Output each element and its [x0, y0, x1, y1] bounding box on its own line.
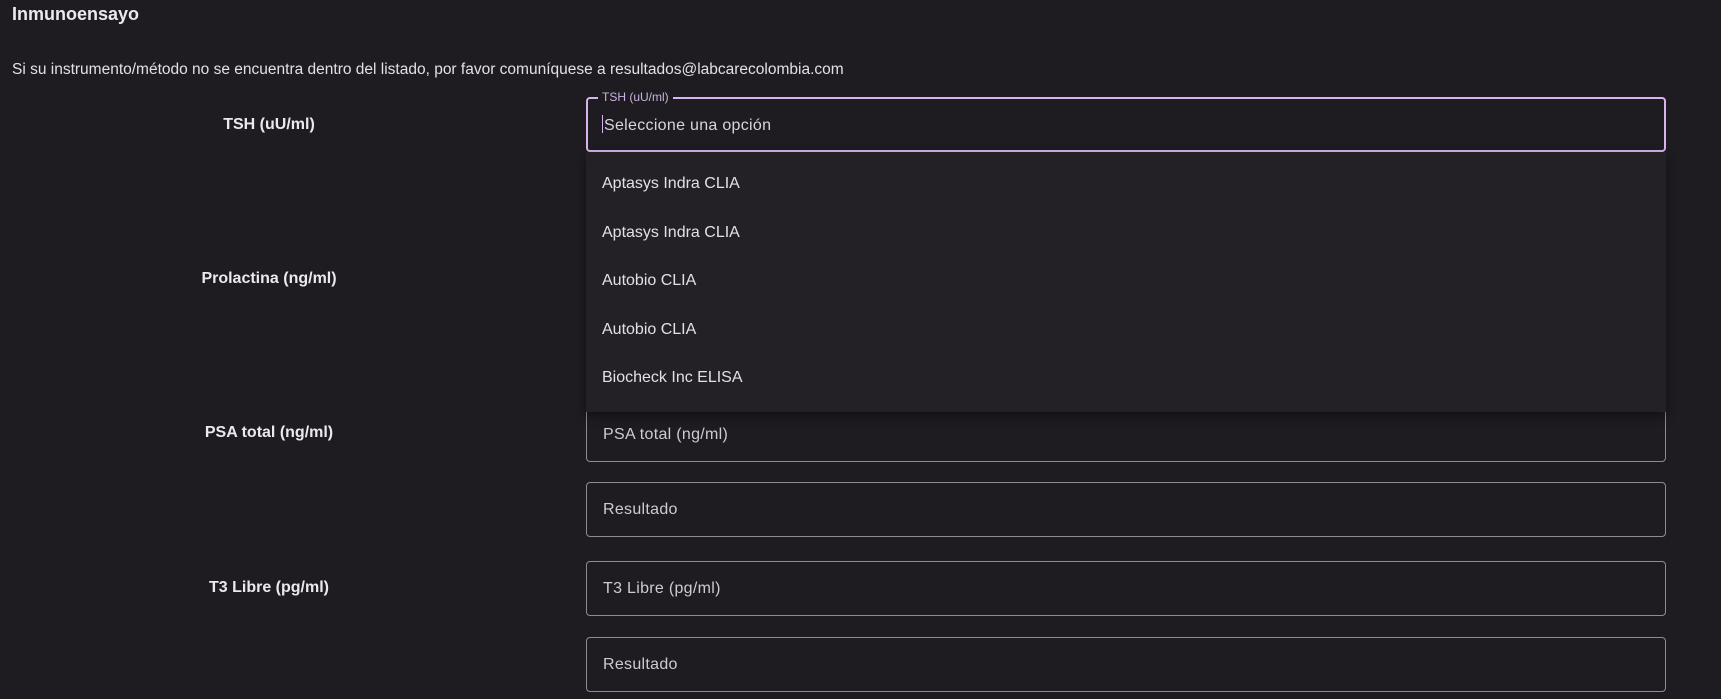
tsh-select-value: Seleccione una opción	[602, 114, 772, 135]
psa-label: PSA total (ng/ml)	[204, 424, 334, 441]
tsh-label: TSH (uU/ml)	[223, 116, 315, 133]
psa-select-placeholder: PSA total (ng/ml)	[603, 425, 729, 443]
text-caret	[602, 114, 603, 133]
psa-select[interactable]: PSA total (ng/ml)	[586, 407, 1666, 462]
notice-text: Si su instrumento/método no se encuentra…	[12, 61, 844, 78]
t3-result-input[interactable]: Resultado	[586, 637, 1666, 692]
tsh-options-menu: Aptasys Indra CLIA Aptasys Indra CLIA Au…	[586, 152, 1666, 412]
tsh-select-placeholder: Seleccione una opción	[604, 116, 772, 134]
option-item[interactable]: Autobio CLIA	[586, 306, 1666, 355]
tsh-select[interactable]: TSH (uU/ml) Seleccione una opción	[586, 90, 1666, 152]
section-title: Inmunoensayo	[12, 4, 140, 24]
tsh-floating-label: TSH (uU/ml)	[598, 90, 673, 104]
t3-result-placeholder: Resultado	[603, 655, 678, 673]
immunoassay-form-page: Inmunoensayo Si su instrumento/método no…	[0, 0, 1721, 699]
option-item[interactable]: Aptasys Indra CLIA	[586, 209, 1666, 258]
t3-label: T3 Libre (pg/ml)	[209, 579, 329, 596]
psa-result-placeholder: Resultado	[603, 500, 678, 518]
t3-select[interactable]: T3 Libre (pg/ml)	[586, 561, 1666, 616]
option-item[interactable]: Aptasys Indra CLIA	[586, 160, 1666, 209]
psa-result-input[interactable]: Resultado	[586, 482, 1666, 537]
option-item[interactable]: Autobio CLIA	[586, 257, 1666, 306]
prolactina-label: Prolactina (ng/ml)	[201, 270, 337, 287]
option-item[interactable]: Biocheck Inc ELISA	[586, 354, 1666, 403]
t3-select-placeholder: T3 Libre (pg/ml)	[603, 579, 721, 597]
